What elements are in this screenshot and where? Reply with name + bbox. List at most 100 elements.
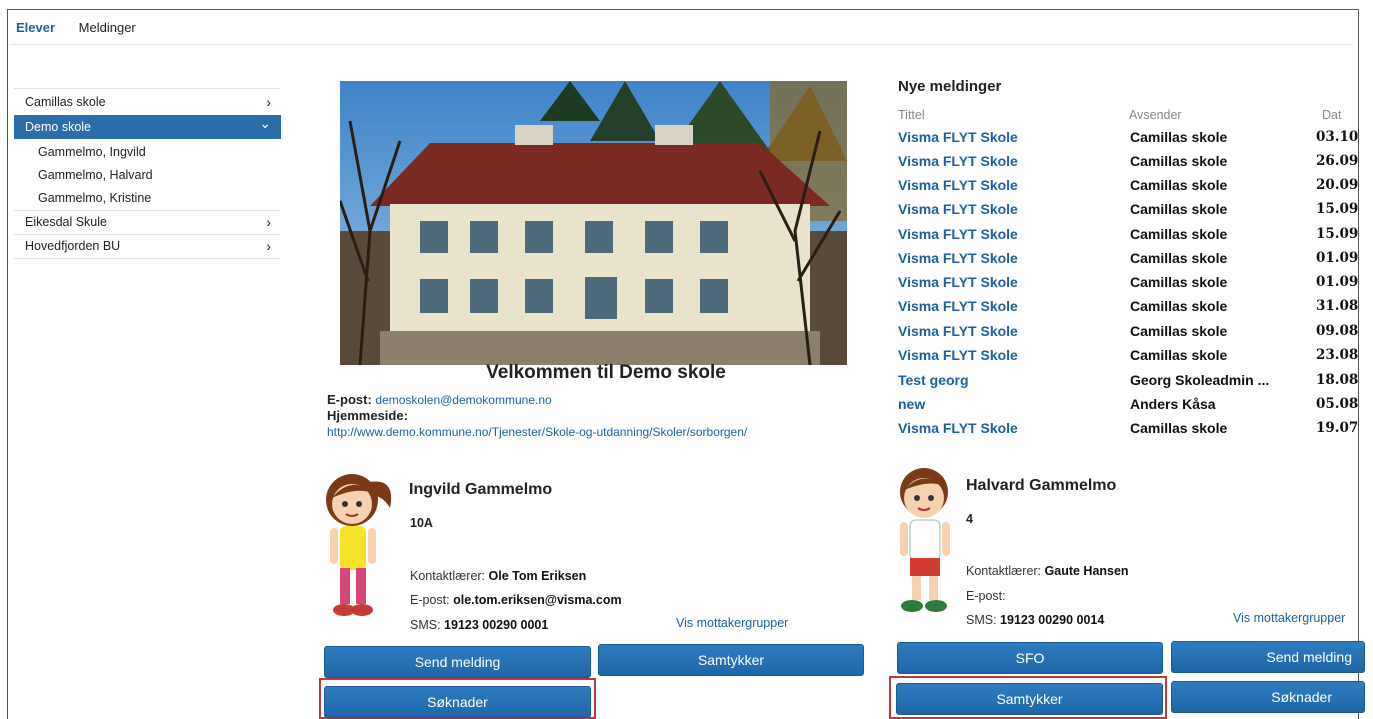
message-title[interactable]: Visma FLYT Skole <box>898 274 1018 290</box>
column-header-sender: Avsender <box>1129 108 1182 122</box>
message-sender: Georg Skoleadmin ... <box>1130 372 1270 388</box>
message-row[interactable]: Visma FLYT Skole Camillas skole 03.10 <box>898 129 1360 153</box>
sidebar-item-label: Demo skole <box>25 120 91 134</box>
message-date: 31.08 <box>1316 298 1359 314</box>
school-contact: E-post: demoskolen@demokommune.no Hjemme… <box>327 392 747 440</box>
send-message-button[interactable]: Send melding <box>324 646 591 678</box>
message-row[interactable]: Visma FLYT Skole Camillas skole 19.07 <box>898 420 1360 444</box>
sidebar-student-halvard[interactable]: Gammelmo, Halvard <box>14 164 281 186</box>
sfo-button[interactable]: SFO <box>897 642 1163 674</box>
column-header-date: Dat <box>1322 108 1342 122</box>
sidebar-item-label: Eikesdal Skule <box>25 215 107 229</box>
message-title[interactable]: Visma FLYT Skole <box>898 420 1018 436</box>
student-avatar <box>890 464 960 619</box>
contact-teacher: Kontaktlærer: Ole Tom Eriksen <box>410 569 586 583</box>
message-date: 20.09 <box>1316 177 1359 193</box>
message-date: 09.08 <box>1316 323 1359 339</box>
teacher-email: ole.tom.eriksen@visma.com <box>453 593 622 607</box>
sidebar-item-hovedfjorden-bu[interactable]: Hovedfjorden BU › <box>14 234 281 258</box>
message-date: 01.09 <box>1316 274 1359 290</box>
message-title[interactable]: Visma FLYT Skole <box>898 129 1018 145</box>
vis-mottakergrupper-link[interactable]: Vis mottakergrupper <box>1233 611 1359 625</box>
school-homepage-link[interactable]: http://www.demo.kommune.no/Tjenester/Sko… <box>327 425 747 439</box>
message-row[interactable]: Visma FLYT Skole Camillas skole 01.09 <box>898 250 1360 274</box>
message-sender: Camillas skole <box>1130 177 1228 193</box>
message-date: 19.07 <box>1316 420 1359 436</box>
sidebar-item-demo-skole[interactable]: Demo skole ⌄ <box>14 115 281 139</box>
contact-sms: SMS: 19123 00290 0014 <box>966 613 1104 627</box>
welcome-heading: Velkommen til Demo skole <box>486 362 726 383</box>
contact-email: E-post: ole.tom.eriksen@visma.com <box>410 593 622 607</box>
message-sender: Camillas skole <box>1130 274 1228 290</box>
message-sender: Anders Kåsa <box>1130 396 1216 412</box>
student-name: Ingvild Gammelmo <box>409 481 553 498</box>
messages-title: Nye meldinger <box>898 78 1002 95</box>
chevron-right-icon: › <box>266 238 271 254</box>
divider <box>14 258 281 259</box>
message-date: 15.09 <box>1316 226 1359 242</box>
tab-meldinger[interactable]: Meldinger <box>79 20 136 35</box>
school-email-link[interactable]: demoskolen@demokommune.no <box>375 393 551 407</box>
sidebar-item-eikesdal-skule[interactable]: Eikesdal Skule › <box>14 210 281 234</box>
contact-email: E-post: <box>966 589 1006 603</box>
teacher-name: Gaute Hansen <box>1044 564 1129 578</box>
email-label: E-post: <box>327 392 372 407</box>
message-title[interactable]: Visma FLYT Skole <box>898 347 1018 363</box>
message-row[interactable]: Visma FLYT Skole Camillas skole 26.09 <box>898 153 1360 177</box>
sms-number: 19123 00290 0001 <box>444 618 549 632</box>
message-sender: Camillas skole <box>1130 226 1228 242</box>
teacher-label: Kontaktlærer: <box>966 564 1042 578</box>
homepage-label: Hjemmeside: <box>327 408 408 423</box>
message-title[interactable]: Visma FLYT Skole <box>898 250 1018 266</box>
message-date: 03.10 <box>1316 129 1359 145</box>
message-title[interactable]: Test georg <box>898 372 969 388</box>
chevron-down-icon: ⌄ <box>259 115 271 131</box>
applications-button[interactable]: Søknader <box>324 686 591 718</box>
divider <box>14 88 281 89</box>
message-sender: Camillas skole <box>1130 153 1228 169</box>
student-avatar <box>318 468 400 623</box>
message-title[interactable]: Visma FLYT Skole <box>898 177 1018 193</box>
message-row[interactable]: Visma FLYT Skole Camillas skole 20.09 <box>898 177 1360 201</box>
message-date: 18.08 <box>1316 372 1359 388</box>
sms-number: 19123 00290 0014 <box>1000 613 1105 627</box>
send-message-button[interactable]: Send melding <box>1171 641 1365 673</box>
message-title[interactable]: Visma FLYT Skole <box>898 323 1018 339</box>
message-row[interactable]: new Anders Kåsa 05.08 <box>898 396 1360 420</box>
message-sender: Camillas skole <box>1130 323 1228 339</box>
message-sender: Camillas skole <box>1130 201 1228 217</box>
message-sender: Camillas skole <box>1130 420 1228 436</box>
sms-label: SMS: <box>410 618 441 632</box>
message-row[interactable]: Visma FLYT Skole Camillas skole 15.09 <box>898 201 1360 225</box>
sidebar-item-camillas-skole[interactable]: Camillas skole › <box>14 90 281 114</box>
message-title[interactable]: Visma FLYT Skole <box>898 298 1018 314</box>
teacher-name: Ole Tom Eriksen <box>488 569 587 583</box>
column-header-title: Tittel <box>898 108 925 122</box>
message-date: 15.09 <box>1316 201 1359 217</box>
tab-elever[interactable]: Elever <box>16 20 55 35</box>
sidebar-item-label: Hovedfjorden BU <box>25 239 121 253</box>
consents-button[interactable]: Samtykker <box>598 644 864 676</box>
vis-mottakergrupper-link[interactable]: Vis mottakergrupper <box>676 616 788 630</box>
contact-sms: SMS: 19123 00290 0001 <box>410 618 548 632</box>
sidebar-student-ingvild[interactable]: Gammelmo, Ingvild <box>14 141 281 163</box>
student-name: Halvard Gammelmo <box>966 477 1117 494</box>
message-row[interactable]: Visma FLYT Skole Camillas skole 31.08 <box>898 298 1360 322</box>
message-title[interactable]: Visma FLYT Skole <box>898 226 1018 242</box>
contact-teacher: Kontaktlærer: Gaute Hansen <box>966 564 1129 578</box>
sidebar-student-kristine[interactable]: Gammelmo, Kristine <box>14 187 281 209</box>
student-class: 4 <box>966 512 973 526</box>
message-title[interactable]: Visma FLYT Skole <box>898 201 1018 217</box>
chevron-right-icon: › <box>266 214 271 230</box>
message-row[interactable]: Visma FLYT Skole Camillas skole 01.09 <box>898 274 1360 298</box>
message-row[interactable]: Visma FLYT Skole Camillas skole 09.08 <box>898 323 1360 347</box>
consents-button[interactable]: Samtykker <box>896 683 1163 715</box>
message-row[interactable]: Visma FLYT Skole Camillas skole 15.09 <box>898 226 1360 250</box>
message-date: 05.08 <box>1316 396 1359 412</box>
message-sender: Camillas skole <box>1130 129 1228 145</box>
message-row[interactable]: Test georg Georg Skoleadmin ... 18.08 <box>898 372 1360 396</box>
message-row[interactable]: Visma FLYT Skole Camillas skole 23.08 <box>898 347 1360 371</box>
message-title[interactable]: new <box>898 396 925 412</box>
message-title[interactable]: Visma FLYT Skole <box>898 153 1018 169</box>
applications-button[interactable]: Søknader <box>1171 681 1365 713</box>
